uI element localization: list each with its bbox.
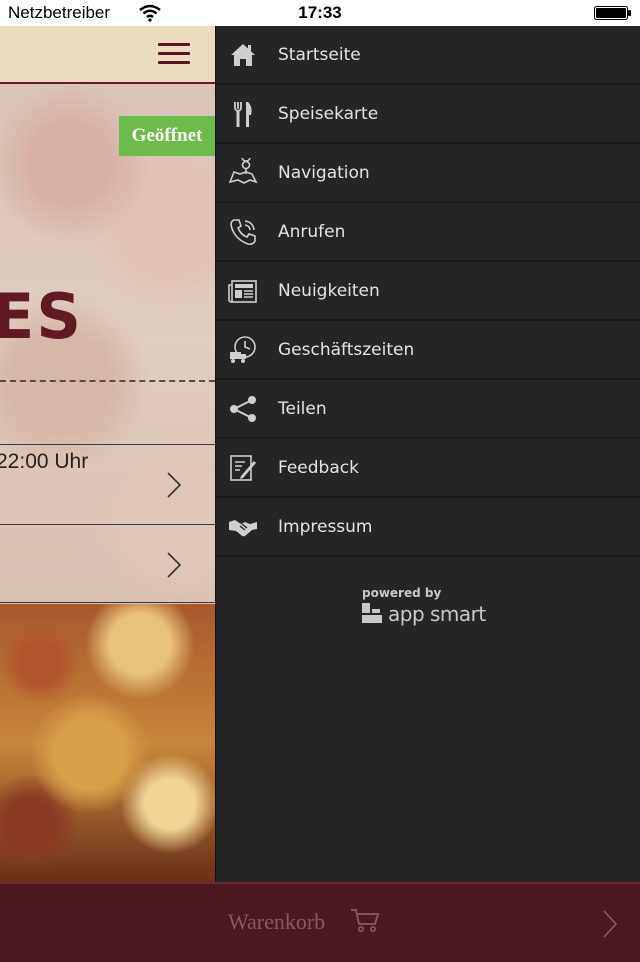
menu-item-startseite[interactable]: Startseite: [216, 26, 640, 85]
share-icon: [228, 394, 258, 424]
cart-bar[interactable]: Warenkorb: [0, 882, 640, 962]
powered-by-logo[interactable]: powered by app smart: [362, 586, 512, 626]
clock: 17:33: [298, 3, 342, 22]
newspaper-icon: [228, 276, 258, 306]
battery-icon: [594, 6, 631, 20]
menu-item-label: Feedback: [278, 457, 359, 478]
hero-image: Geöffnet ES 22:00 Uhr: [0, 84, 215, 604]
home-icon: [228, 40, 258, 70]
menu-item-label: Speisekarte: [278, 103, 379, 124]
menu-item-label: Geschäftszeiten: [278, 339, 415, 360]
menu-item-label: Startseite: [278, 44, 361, 65]
menu-item-impressum[interactable]: Impressum: [216, 498, 640, 557]
main-content: Geöffnet ES 22:00 Uhr: [0, 26, 215, 882]
restaurant-title: ES: [0, 280, 84, 353]
menu-item-label: Neuigkeiten: [278, 280, 380, 301]
chevron-right-icon[interactable]: [166, 472, 182, 498]
menu-item-neuigkeiten[interactable]: Neuigkeiten: [216, 262, 640, 321]
chevron-right-icon[interactable]: [602, 910, 618, 938]
brand-name: app smart: [388, 602, 486, 626]
side-drawer: Startseite Speisekarte Navigation Anrufe…: [215, 26, 640, 882]
divider: [0, 524, 215, 525]
menu-item-speisekarte[interactable]: Speisekarte: [216, 85, 640, 144]
app-header: [0, 26, 215, 84]
map-pin-icon: [228, 157, 258, 188]
menu-item-label: Teilen: [278, 398, 327, 419]
divider: [0, 380, 215, 382]
menu-item-geschaeftszeiten[interactable]: Geschäftszeiten: [216, 321, 640, 380]
menu-item-anrufen[interactable]: Anrufen: [216, 203, 640, 262]
menu-item-navigation[interactable]: Navigation: [216, 144, 640, 203]
menu-item-label: Anrufen: [278, 221, 346, 242]
menu-item-feedback[interactable]: Feedback: [216, 439, 640, 498]
menu-item-teilen[interactable]: Teilen: [216, 380, 640, 439]
menu-toggle-icon[interactable]: [158, 43, 190, 65]
status-bar: Netzbetreiber 17:33: [0, 0, 640, 26]
handshake-icon: [228, 512, 258, 542]
feedback-icon: [228, 453, 258, 483]
divider: [0, 444, 215, 445]
food-image: [0, 604, 215, 882]
opening-hours: 22:00 Uhr: [0, 450, 89, 473]
phone-icon: [228, 217, 258, 247]
clock-truck-icon: [228, 335, 258, 365]
cart-label: Warenkorb: [228, 909, 326, 934]
cart-icon: [351, 909, 380, 932]
divider: [0, 602, 215, 603]
chevron-right-icon[interactable]: [166, 552, 182, 578]
menu-item-label: Impressum: [278, 516, 373, 537]
open-status-badge: Geöffnet: [119, 116, 215, 156]
app-smart-logo-icon: [362, 603, 382, 623]
powered-by-text: powered by: [362, 586, 442, 600]
menu-item-label: Navigation: [278, 162, 370, 183]
cutlery-icon: [228, 99, 258, 129]
